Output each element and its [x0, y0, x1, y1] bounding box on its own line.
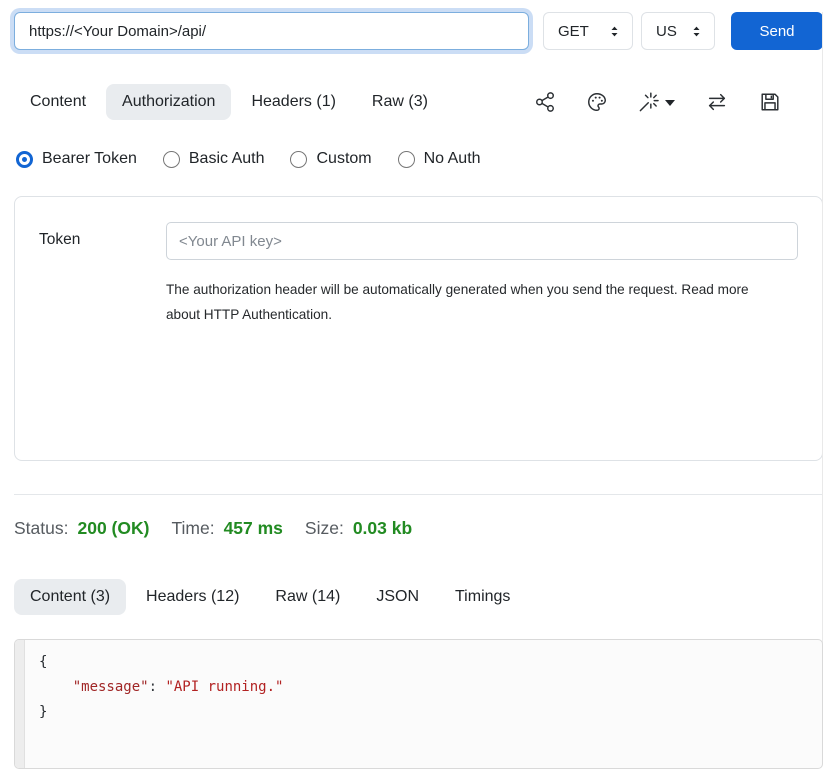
response-body-code: { "message": "API running." } — [15, 640, 822, 725]
token-input[interactable] — [166, 222, 798, 260]
radio-label: Bearer Token — [42, 150, 137, 168]
tab-content[interactable]: Content — [14, 84, 102, 120]
radio-label: No Auth — [424, 150, 481, 168]
resp-tab-raw[interactable]: Raw (14) — [259, 579, 356, 615]
token-help-text: The authorization header will be automat… — [166, 277, 771, 327]
size-value: 0.03 kb — [353, 518, 412, 539]
radio-basic-auth[interactable]: Basic Auth — [163, 150, 265, 168]
radio-no-auth[interactable]: No Auth — [398, 150, 481, 168]
time-label: Time: — [171, 518, 214, 539]
tab-raw[interactable]: Raw (3) — [356, 84, 444, 120]
status-value: 200 (OK) — [77, 518, 149, 539]
radio-icon — [398, 151, 415, 168]
region-select[interactable]: US — [641, 12, 715, 50]
auth-type-options: Bearer Token Basic Auth Custom No Auth — [16, 150, 823, 168]
tab-headers[interactable]: Headers (1) — [235, 84, 351, 120]
code-colon: : — [149, 679, 157, 695]
token-label: Token — [39, 222, 166, 260]
code-key: "message" — [73, 679, 149, 695]
code-open-brace: { — [39, 654, 47, 670]
palette-icon[interactable] — [586, 91, 608, 113]
method-select-value: GET — [558, 23, 589, 40]
resp-tab-headers[interactable]: Headers (12) — [130, 579, 255, 615]
radio-custom[interactable]: Custom — [290, 150, 371, 168]
radio-label: Basic Auth — [189, 150, 265, 168]
section-divider — [14, 494, 823, 495]
magic-wand-icon[interactable] — [638, 91, 675, 113]
code-close-brace: } — [39, 704, 47, 720]
radio-icon — [290, 151, 307, 168]
radio-bearer-token[interactable]: Bearer Token — [16, 150, 137, 168]
url-input[interactable] — [14, 12, 529, 50]
save-icon[interactable] — [759, 91, 781, 113]
time-value: 457 ms — [224, 518, 283, 539]
size-label: Size: — [305, 518, 344, 539]
token-panel: Token The authorization header will be a… — [14, 196, 823, 461]
toolbar — [534, 91, 823, 113]
request-tabs: Content Authorization Headers (1) Raw (3… — [14, 84, 823, 120]
resp-tab-json[interactable]: JSON — [360, 579, 435, 615]
code-value: "API running." — [165, 679, 283, 695]
status-label: Status: — [14, 518, 68, 539]
response-tabs: Content (3) Headers (12) Raw (14) JSON T… — [14, 579, 823, 615]
method-select[interactable]: GET — [543, 12, 633, 50]
share-icon[interactable] — [534, 91, 556, 113]
radio-icon — [16, 151, 33, 168]
response-status: Status: 200 (OK) Time: 457 ms Size: 0.03… — [14, 518, 823, 539]
updown-arrows-icon — [689, 24, 704, 39]
radio-label: Custom — [316, 150, 371, 168]
resp-tab-content[interactable]: Content (3) — [14, 579, 126, 615]
chevron-down-icon — [665, 100, 675, 106]
region-select-value: US — [656, 23, 677, 40]
resp-tab-timings[interactable]: Timings — [439, 579, 526, 615]
request-bar: GET US Send — [14, 12, 823, 50]
radio-icon — [163, 151, 180, 168]
send-button[interactable]: Send — [731, 12, 823, 50]
swap-arrows-icon[interactable] — [705, 91, 729, 113]
code-gutter — [15, 640, 25, 768]
tab-authorization[interactable]: Authorization — [106, 84, 231, 120]
updown-arrows-icon — [607, 24, 622, 39]
